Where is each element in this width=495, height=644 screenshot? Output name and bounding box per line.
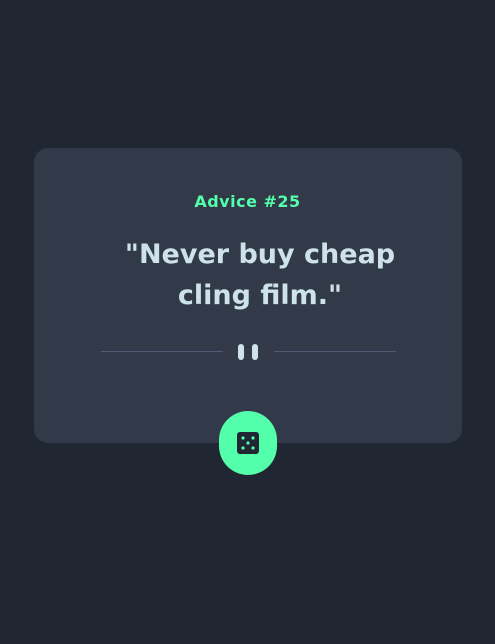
pause-icon (238, 344, 258, 360)
advice-quote: "Never buy cheap cling film." (124, 239, 396, 311)
divider (101, 343, 396, 361)
divider-line-left (101, 351, 223, 352)
divider-line-right (274, 351, 396, 352)
advice-number: Advice #25 (194, 192, 301, 211)
dice-icon (237, 432, 259, 454)
new-advice-button[interactable] (219, 411, 277, 475)
